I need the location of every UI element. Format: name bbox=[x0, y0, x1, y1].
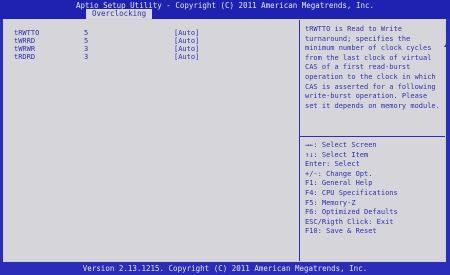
key-hint: ESC/Rigth Click: Exit bbox=[305, 217, 394, 226]
title-bar: Aptio Setup Utility - Copyright (C) 2011… bbox=[0, 0, 450, 19]
key-hint: F10: Save & Reset bbox=[305, 227, 377, 236]
setting-name: tRWTTO bbox=[14, 29, 40, 37]
key-hint: →←: Select Screen bbox=[305, 141, 377, 149]
setting-name: tRDRD bbox=[14, 53, 36, 61]
key-hint: ↑↓: Select Item bbox=[305, 150, 369, 159]
key-hint: +/-: Change Opt. bbox=[305, 169, 373, 178]
key-hint: F4: CPU Specifications bbox=[305, 188, 398, 197]
footer-version: Version 2.13.1215. Copyright (C) 2011 Am… bbox=[82, 264, 368, 273]
tab-overclocking[interactable]: Overclocking bbox=[86, 9, 153, 19]
help-text: tRWTTO is Read to Write turnaround; spec… bbox=[305, 25, 440, 110]
key-hint: Enter: Select bbox=[305, 160, 360, 169]
setting-value: 5 bbox=[84, 29, 89, 37]
setting-option[interactable]: [Auto] bbox=[174, 29, 199, 37]
setting-value: 3 bbox=[84, 45, 89, 53]
setting-option[interactable]: [Auto] bbox=[174, 45, 199, 53]
setting-option[interactable]: [Auto] bbox=[174, 53, 199, 61]
vertical-divider bbox=[299, 20, 300, 261]
key-hint: F5: Memory-Z bbox=[305, 198, 356, 207]
setting-name: tWRWR bbox=[14, 45, 36, 53]
setting-value: 3 bbox=[84, 53, 89, 61]
key-hint: F6: Optimized Defaults bbox=[305, 208, 398, 217]
key-legend: →←: Select Screen ↑↓: Select Item Enter:… bbox=[305, 141, 443, 237]
setting-value: 5 bbox=[84, 37, 89, 45]
app-title: Aptio Setup Utility - Copyright (C) 2011… bbox=[75, 1, 374, 10]
main-panel: tRWTTO 5 [Auto] tWRRD 5 [Auto] tWRWR 3 [… bbox=[3, 19, 450, 262]
horizontal-divider bbox=[300, 136, 445, 137]
scroll-up-icon bbox=[444, 42, 450, 47]
key-hint: F1: General Help bbox=[305, 179, 373, 188]
setting-option[interactable]: [Auto] bbox=[174, 37, 199, 45]
setting-name: tWRRD bbox=[14, 37, 36, 45]
